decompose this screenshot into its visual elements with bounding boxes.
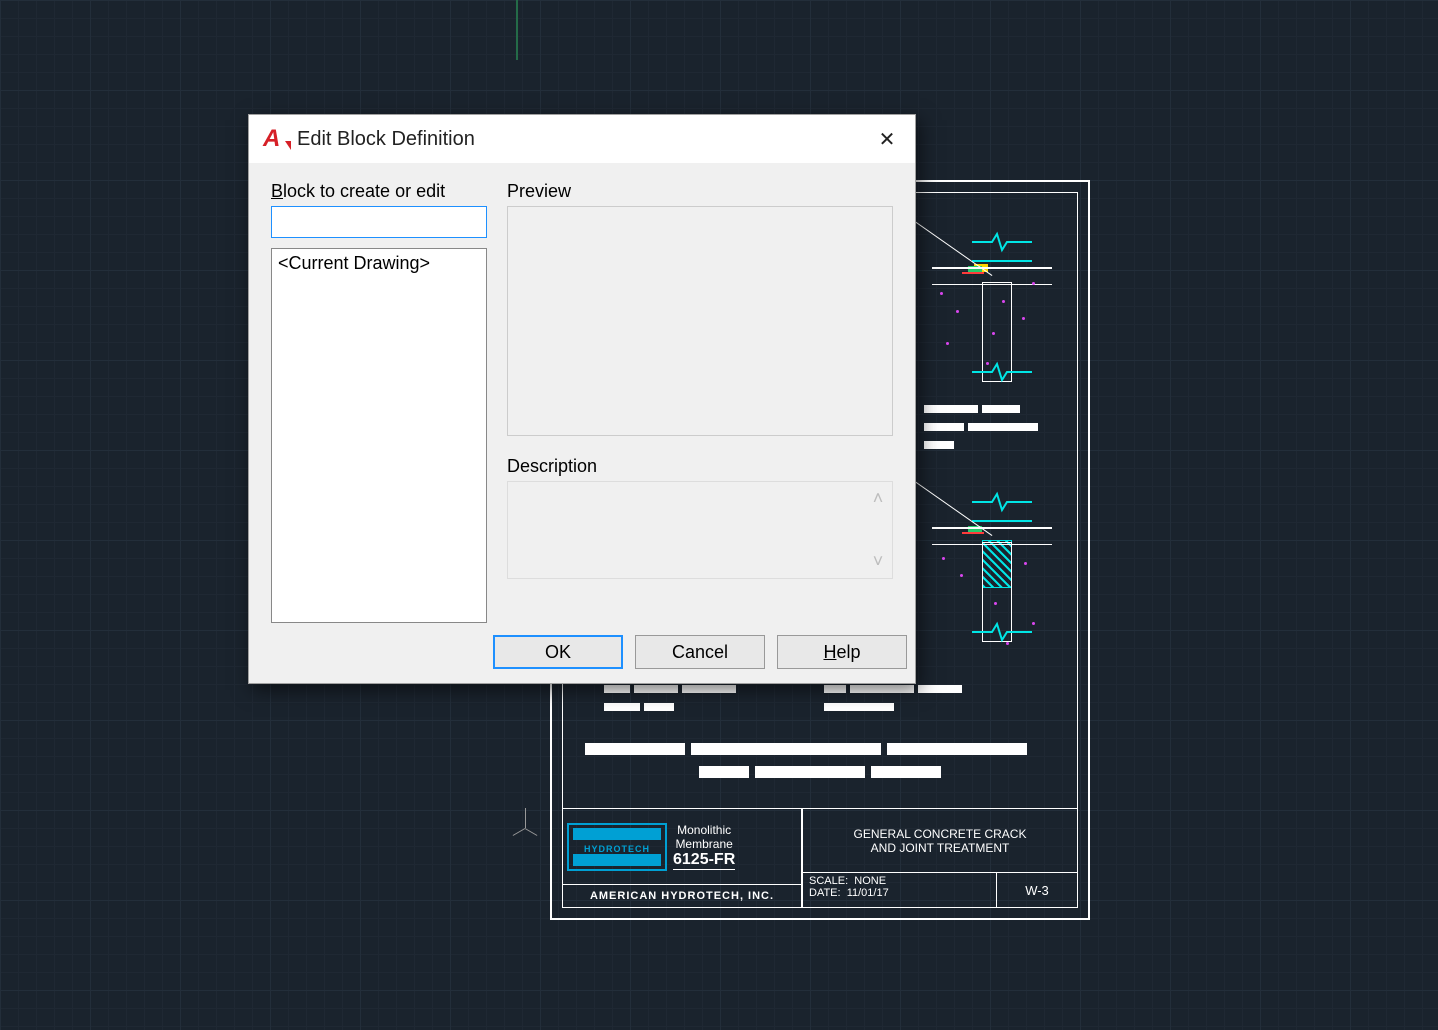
drawing-title-1: GENERAL CONCRETE CRACK <box>854 827 1027 841</box>
description-textarea[interactable] <box>508 482 864 578</box>
drawing-labels <box>822 682 964 718</box>
dialog-titlebar[interactable]: A Edit Block Definition ✕ <box>249 115 915 163</box>
drawing-labels <box>922 402 1040 456</box>
list-item[interactable]: <Current Drawing> <box>276 253 482 274</box>
product-line1: Monolithic <box>673 823 735 837</box>
scroll-up-icon[interactable]: ˄ <box>873 488 884 509</box>
edit-block-definition-dialog: A Edit Block Definition ✕ Block to creat… <box>248 114 916 684</box>
scale-value: NONE <box>854 875 886 887</box>
drawing-note <box>582 740 1058 786</box>
date-value: 11/01/17 <box>847 887 889 899</box>
close-icon[interactable]: ✕ <box>867 119 907 159</box>
ok-button[interactable]: OK <box>493 635 623 669</box>
company-name: AMERICAN HYDROTECH, INC. <box>563 885 801 907</box>
detail-drawing-1 <box>932 222 1052 382</box>
drawing-labels <box>602 682 738 718</box>
hydrotech-logo: HYDROTECH <box>567 823 667 871</box>
block-name-input[interactable] <box>271 206 487 238</box>
description-label: Description <box>507 456 893 477</box>
sheet-number: W-3 <box>997 873 1077 907</box>
product-line2: Membrane <box>673 837 735 851</box>
y-axis-indicator <box>516 0 518 60</box>
help-button[interactable]: Help <box>777 635 907 669</box>
preview-area <box>507 206 893 436</box>
block-list[interactable]: <Current Drawing> <box>271 248 487 623</box>
drawing-title-2: AND JOINT TREATMENT <box>871 841 1010 855</box>
scale-label: SCALE: <box>809 875 848 887</box>
date-label: DATE: <box>809 887 841 899</box>
dialog-title: Edit Block Definition <box>297 128 867 151</box>
preview-label: Preview <box>507 181 893 202</box>
title-block: HYDROTECH Monolithic Membrane 6125-FR AM… <box>562 808 1078 908</box>
product-code: 6125-FR <box>673 851 735 870</box>
block-name-label: Block to create or edit <box>271 181 487 202</box>
autocad-app-icon: A <box>263 125 289 153</box>
detail-drawing-2 <box>932 482 1052 642</box>
cancel-button[interactable]: Cancel <box>635 635 765 669</box>
scroll-down-icon[interactable]: ˅ <box>873 551 884 572</box>
ucs-icon <box>515 808 555 848</box>
description-scrollbar[interactable]: ˄ ˅ <box>864 482 892 578</box>
